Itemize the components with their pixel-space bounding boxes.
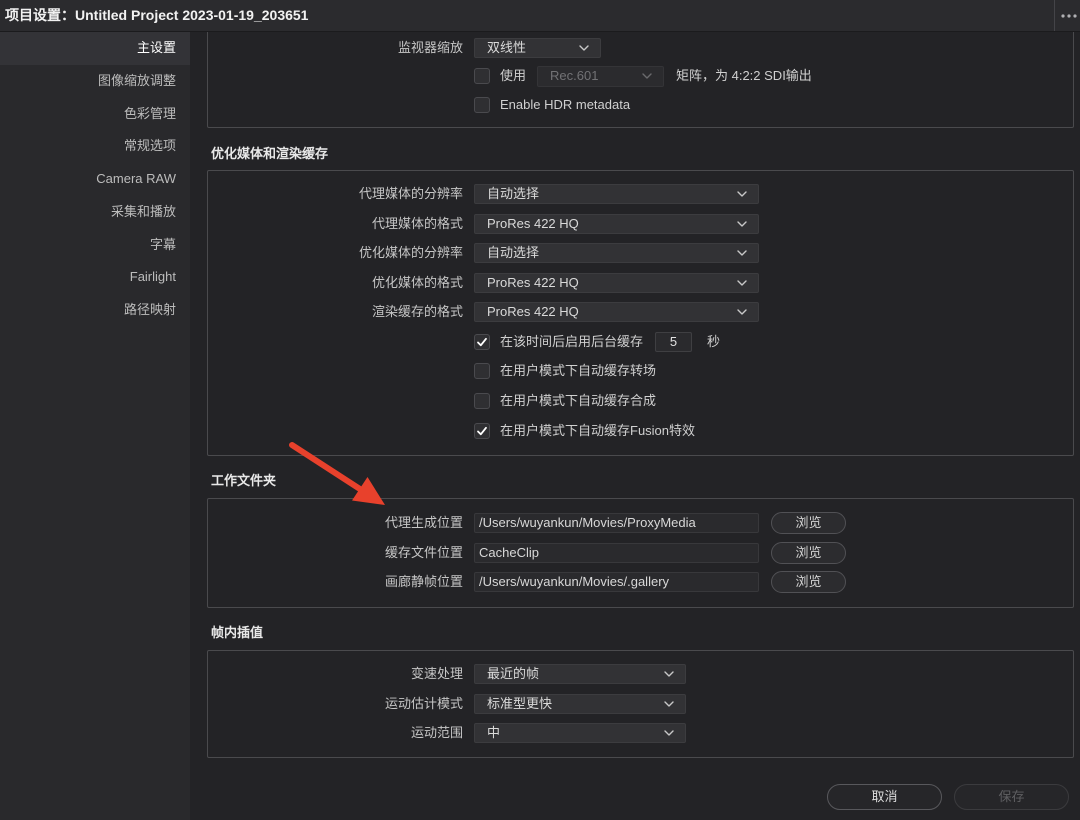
dropdown-value: 自动选择 <box>487 186 540 201</box>
browse-cache-button[interactable]: 浏览 <box>771 542 846 564</box>
title-bar-divider <box>1054 0 1055 31</box>
monitor-scaling-dropdown[interactable]: 双线性 <box>474 38 601 58</box>
gallery-location-label: 画廊静帧位置 <box>384 574 463 589</box>
section-heading: 工作文件夹 <box>211 473 277 488</box>
sidebar-item-label: 图像缩放调整 <box>97 72 176 88</box>
chevron-down-icon <box>664 671 674 677</box>
use-matrix-checkbox[interactable] <box>474 68 490 84</box>
chevron-down-icon <box>737 250 747 256</box>
section-heading: 优化媒体和渲染缓存 <box>211 146 329 161</box>
matrix-dropdown[interactable]: Rec.601 <box>537 66 664 87</box>
sidebar-item-label: Fairlight <box>129 269 176 285</box>
sidebar-item-label: 路径映射 <box>123 302 176 317</box>
more-horizontal-icon[interactable] <box>1060 12 1078 20</box>
sidebar-item-camera-raw[interactable]: Camera RAW <box>0 163 190 196</box>
auto-cache-composites-label: 在用户模式下自动缓存合成 <box>500 393 657 408</box>
optimized-format-dropdown[interactable]: ProRes 422 HQ <box>474 273 759 293</box>
sidebar-item-capture-playback[interactable]: 采集和播放 <box>0 196 190 229</box>
sidebar-item-subtitles[interactable]: 字幕 <box>0 229 190 262</box>
sidebar-item-label: Camera RAW <box>96 171 176 186</box>
matrix-suffix-label: 矩阵，为 4:2:2 SDI输出 <box>676 68 812 83</box>
auto-cache-composites-checkbox[interactable] <box>474 393 490 409</box>
chevron-down-icon <box>642 73 652 79</box>
proxy-resolution-label: 代理媒体的分辨率 <box>358 186 463 201</box>
optimized-resolution-dropdown[interactable]: 自动选择 <box>474 243 759 263</box>
retime-process-dropdown[interactable]: 最近的帧 <box>474 664 686 684</box>
auto-cache-transitions-label: 在用户模式下自动缓存转场 <box>500 363 657 378</box>
dropdown-value: 自动选择 <box>487 245 540 260</box>
use-matrix-label: 使用 <box>500 68 527 83</box>
browse-proxy-button[interactable]: 浏览 <box>771 512 846 534</box>
chevron-down-icon <box>664 701 674 707</box>
sidebar-item-path-mapping[interactable]: 路径映射 <box>0 294 190 327</box>
motion-range-dropdown[interactable]: 中 <box>474 723 686 743</box>
background-cache-label: 在该时间后启用后台缓存 <box>500 334 644 349</box>
background-cache-checkbox[interactable] <box>474 334 490 350</box>
chevron-down-icon <box>579 45 589 51</box>
dropdown-value: ProRes 422 HQ <box>487 304 579 319</box>
auto-cache-fusion-checkbox[interactable] <box>474 423 490 439</box>
proxy-location-field[interactable]: /Users/wuyankun/Movies/ProxyMedia <box>474 513 759 533</box>
sidebar-item-image-scaling[interactable]: 图像缩放调整 <box>0 65 190 98</box>
sidebar-item-label: 常规选项 <box>123 138 176 154</box>
window-title: 项目设置：Untitled Project 2023-01-19_203651 <box>5 7 309 23</box>
dropdown-value: 中 <box>487 725 501 740</box>
sidebar-item-fairlight[interactable]: Fairlight <box>0 261 190 294</box>
proxy-format-dropdown[interactable]: ProRes 422 HQ <box>474 214 759 234</box>
sidebar-item-color-management[interactable]: 色彩管理 <box>0 98 190 131</box>
dropdown-value: 标准型更快 <box>487 696 553 711</box>
sidebar-item-label: 主设置 <box>136 40 176 55</box>
motion-estimation-dropdown[interactable]: 标准型更快 <box>474 694 686 714</box>
dropdown-value: ProRes 422 HQ <box>487 216 579 231</box>
chevron-down-icon <box>737 280 747 286</box>
optimized-resolution-label: 优化媒体的分辨率 <box>358 245 463 260</box>
motion-range-label: 运动范围 <box>410 725 463 740</box>
checkmark-icon <box>477 337 487 347</box>
retime-process-label: 变速处理 <box>410 666 463 681</box>
checkmark-icon <box>477 426 487 436</box>
browse-gallery-button[interactable]: 浏览 <box>771 571 846 593</box>
annotation-arrow-shaft <box>289 442 366 494</box>
cache-location-label: 缓存文件位置 <box>384 545 463 560</box>
annotation-arrow-head <box>352 477 385 505</box>
chevron-down-icon <box>737 221 747 227</box>
proxy-resolution-dropdown[interactable]: 自动选择 <box>474 184 759 204</box>
gallery-location-field[interactable]: /Users/wuyankun/Movies/.gallery <box>474 572 759 592</box>
dropdown-value: 最近的帧 <box>487 666 540 681</box>
hdr-metadata-checkbox[interactable] <box>474 97 490 113</box>
sidebar-item-main-settings[interactable]: 主设置 <box>0 32 190 65</box>
dropdown-value: 双线性 <box>487 40 527 55</box>
seconds-unit-label: 秒 <box>707 334 721 349</box>
save-button[interactable]: 保存 <box>954 784 1069 810</box>
sidebar-item-label: 字幕 <box>149 236 176 252</box>
cancel-button[interactable]: 取消 <box>827 784 942 810</box>
cache-location-field[interactable]: CacheClip <box>474 543 759 563</box>
settings-sidebar: 主设置 图像缩放调整 色彩管理 常规选项 Camera RAW 采集和播放 字幕… <box>0 32 190 820</box>
dropdown-value: Rec.601 <box>550 68 599 83</box>
monitor-scaling-label: 监视器缩放 <box>397 40 463 55</box>
proxy-format-label: 代理媒体的格式 <box>371 216 463 231</box>
title-bar: 项目设置：Untitled Project 2023-01-19_203651 <box>0 0 1080 32</box>
motion-estimation-label: 运动估计模式 <box>384 696 463 711</box>
annotation-arrow <box>289 442 385 505</box>
dropdown-value: ProRes 422 HQ <box>487 275 579 290</box>
optimized-format-label: 优化媒体的格式 <box>371 275 463 290</box>
hdr-metadata-label: Enable HDR metadata <box>500 97 631 112</box>
sidebar-item-label: 采集和播放 <box>110 203 176 219</box>
background-cache-seconds-input[interactable]: 5 <box>655 332 692 352</box>
auto-cache-fusion-label: 在用户模式下自动缓存Fusion特效 <box>500 423 696 438</box>
chevron-down-icon <box>737 191 747 197</box>
render-cache-format-dropdown[interactable]: ProRes 422 HQ <box>474 302 759 322</box>
sidebar-item-label: 色彩管理 <box>123 105 176 121</box>
chevron-down-icon <box>737 309 747 315</box>
chevron-down-icon <box>664 730 674 736</box>
render-cache-format-label: 渲染缓存的格式 <box>371 304 463 319</box>
sidebar-item-general-options[interactable]: 常规选项 <box>0 130 190 163</box>
section-heading: 帧内插值 <box>211 625 264 640</box>
auto-cache-transitions-checkbox[interactable] <box>474 363 490 379</box>
